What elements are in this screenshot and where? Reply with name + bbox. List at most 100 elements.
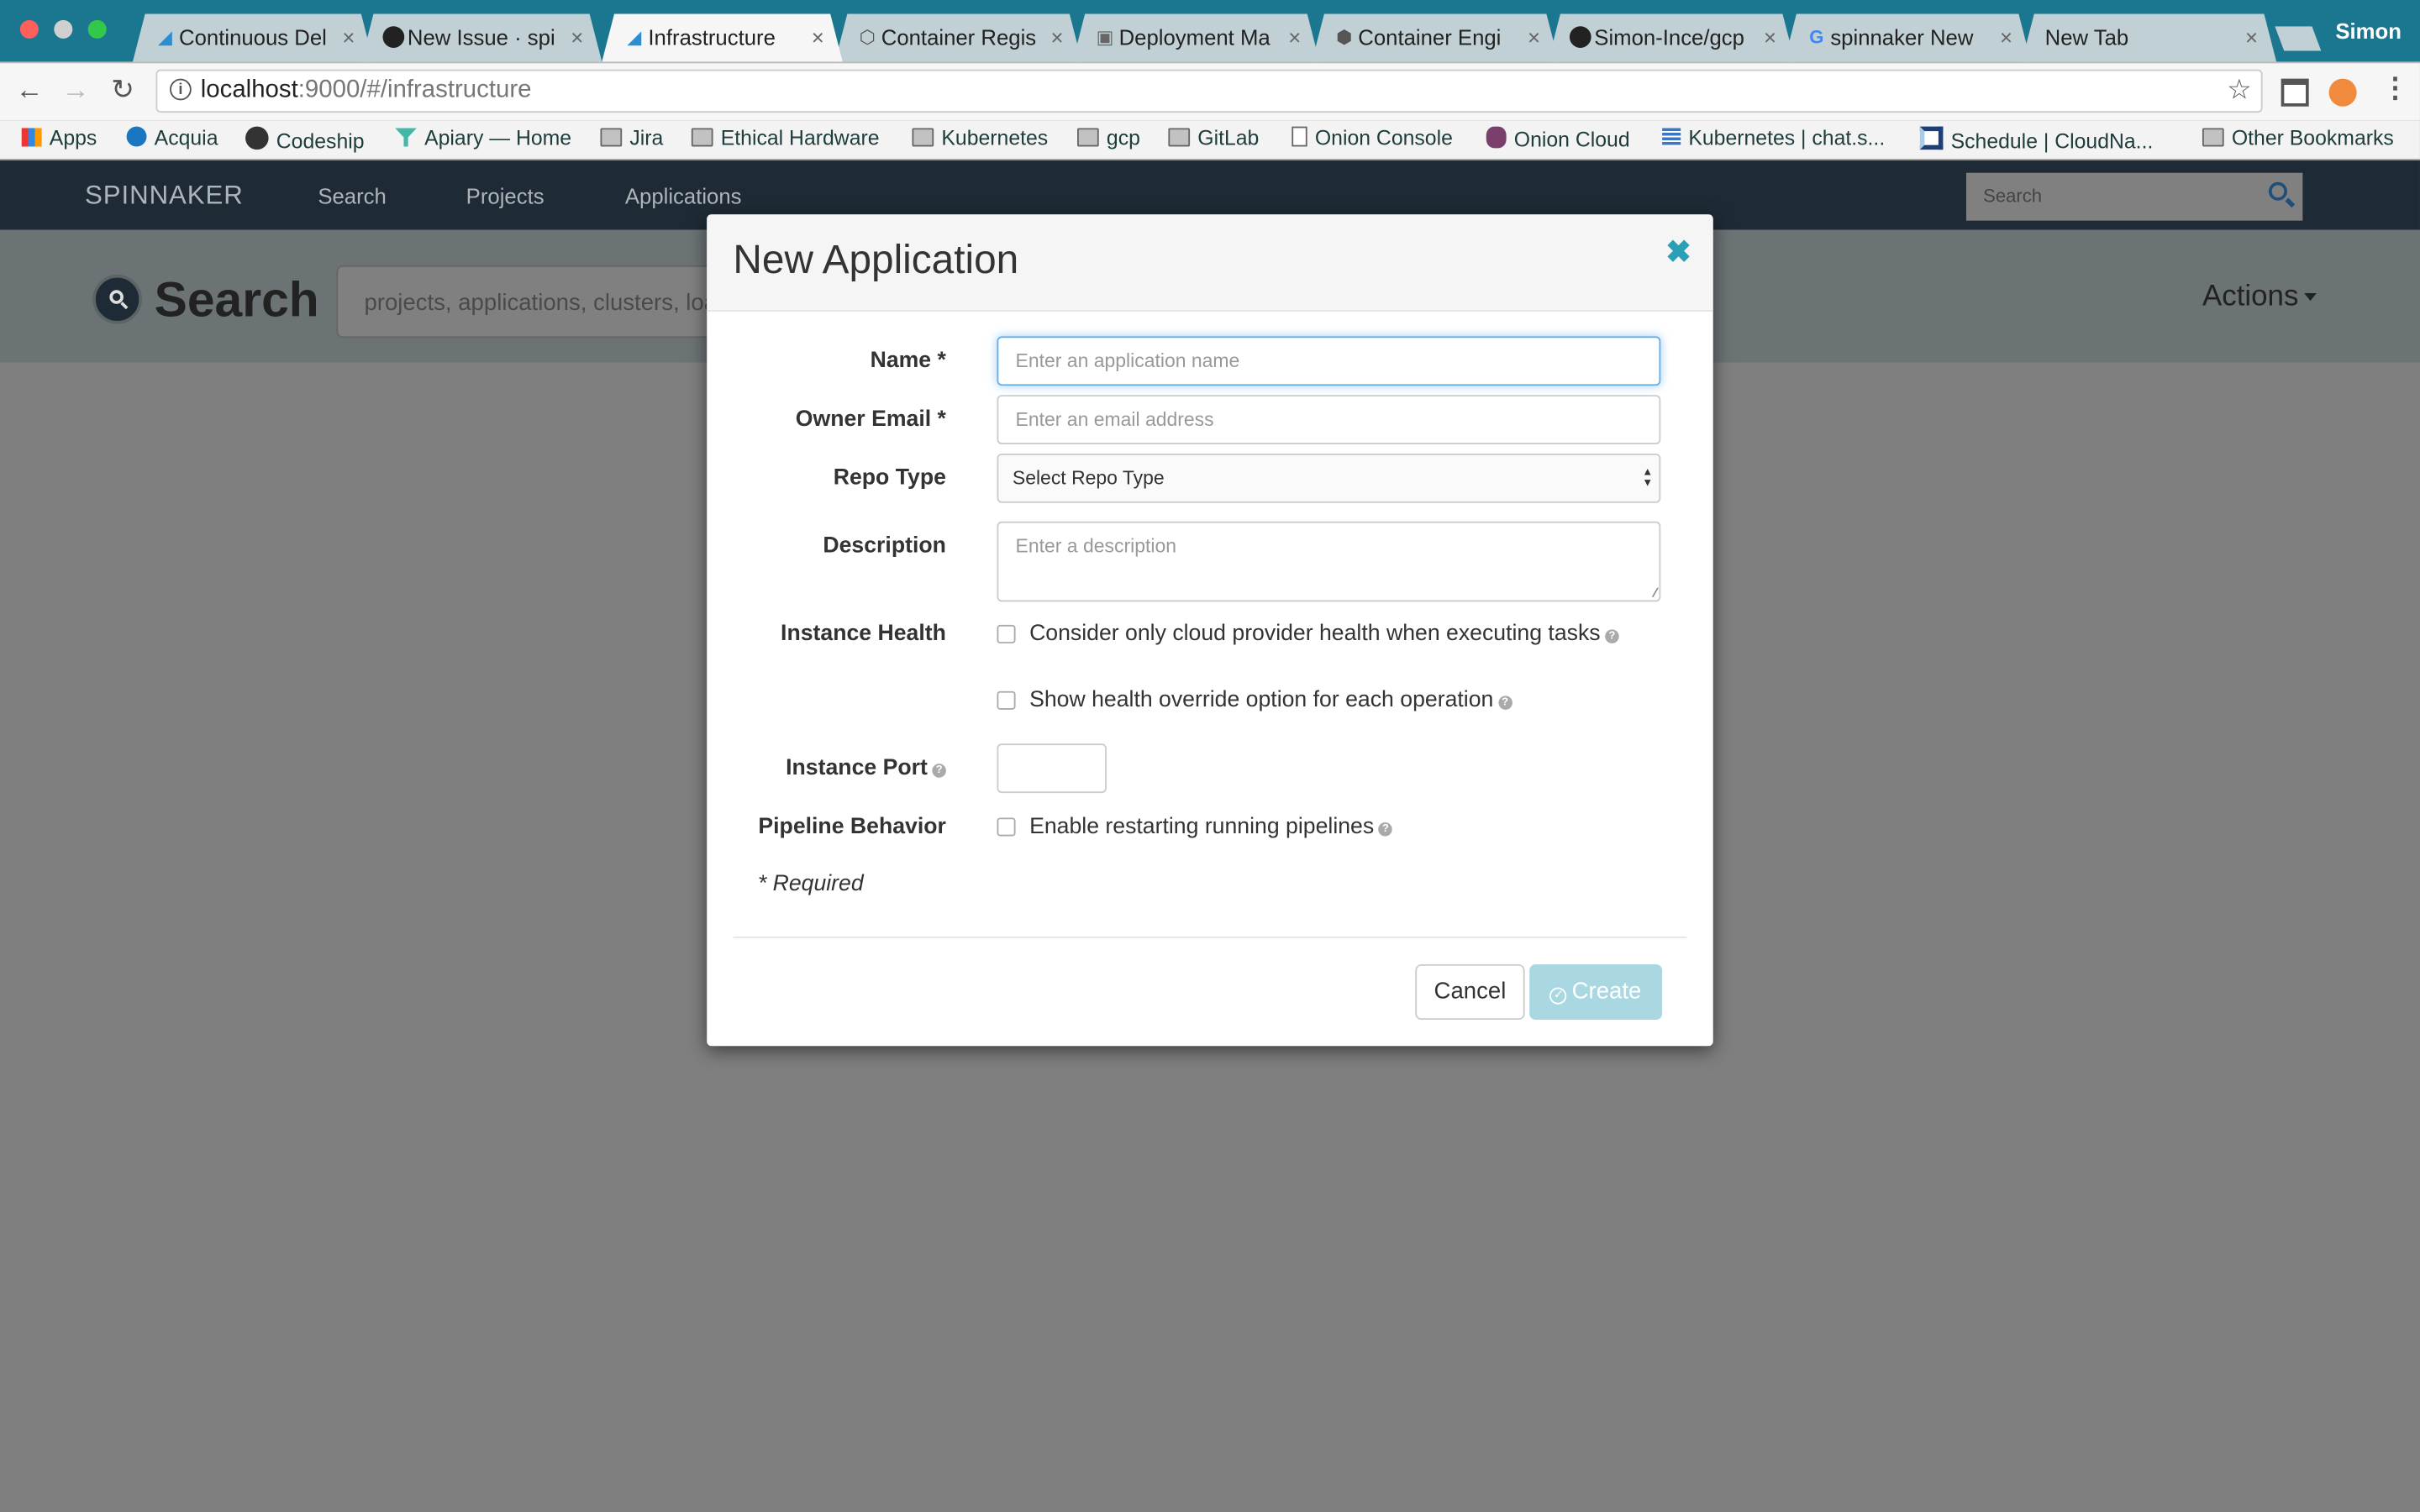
new-tab-button[interactable]: [2275, 26, 2322, 51]
extension-icon[interactable]: [2328, 78, 2357, 107]
cloud-provider-health-checkbox[interactable]: [997, 624, 1016, 643]
check-circle-icon: ✓: [1549, 987, 1568, 1005]
folder-icon: [1168, 128, 1191, 147]
tab-title: New Tab: [2044, 24, 2129, 50]
repo-type-select[interactable]: Select Repo Type ▲ ▼: [997, 453, 1661, 503]
modal-title: New Application: [733, 236, 1019, 283]
new-application-modal: New Application ✖ Name * Enter an applic…: [707, 214, 1713, 1047]
close-tab-icon[interactable]: ×: [1528, 14, 1540, 62]
modal-header: New Application ✖: [707, 214, 1713, 312]
github-icon: [383, 26, 405, 48]
bookmark-star-icon[interactable]: ☆: [2227, 74, 2252, 107]
caret-down-icon: [2304, 292, 2317, 302]
browser-tab-active[interactable]: ◢ Infrastructure ×: [602, 14, 843, 62]
create-button[interactable]: ✓ Create: [1529, 963, 1663, 1021]
restart-pipelines-option: Enable restarting running pipelines?: [1029, 815, 1393, 839]
bookmark-label: Other Bookmarks: [2231, 126, 2394, 150]
bookmark-label: Kubernetes | chat.s...: [1688, 126, 1886, 150]
browser-tab[interactable]: ▣ Deployment Ma ×: [1073, 14, 1320, 62]
bookmark-item[interactable]: Apiary — Home: [395, 127, 571, 150]
bookmark-item[interactable]: Kubernetes: [912, 127, 1048, 150]
instance-port-label: Instance Port?: [707, 756, 946, 780]
help-icon[interactable]: ?: [932, 764, 946, 778]
search-circle-icon: [92, 274, 142, 324]
browser-tab[interactable]: Simon-Ince/gcp ×: [1548, 14, 1795, 62]
bookmark-item[interactable]: Kubernetes | chat.s...: [1662, 127, 1885, 150]
bookmark-item[interactable]: Apps: [21, 127, 97, 150]
minimize-window-button[interactable]: [54, 19, 73, 39]
actions-label: Actions: [2202, 281, 2299, 313]
instance-health-label: Instance Health: [781, 622, 946, 647]
nav-projects[interactable]: Projects: [466, 184, 544, 208]
close-window-button[interactable]: [19, 19, 39, 39]
folder-icon: [691, 128, 713, 147]
info-icon[interactable]: i: [170, 78, 192, 101]
bookmark-label: Ethical Hardware: [720, 126, 880, 150]
description-textarea[interactable]: Enter a description: [997, 521, 1661, 602]
bookmark-item[interactable]: GitLab: [1168, 127, 1259, 150]
browser-tab[interactable]: G spinnaker New ×: [1784, 14, 2031, 62]
bookmark-item[interactable]: Acquia: [126, 126, 218, 150]
google-icon: G: [1809, 26, 1824, 48]
close-tab-icon[interactable]: ×: [342, 14, 355, 62]
instance-port-input[interactable]: [997, 743, 1107, 794]
bookmark-item[interactable]: Ethical Hardware: [691, 126, 880, 150]
spinnaker-icon: ◢: [627, 26, 642, 48]
bookmark-item[interactable]: Codeship: [245, 126, 365, 153]
browser-tab[interactable]: ◢ Continuous Del ×: [133, 14, 374, 62]
cancel-button[interactable]: Cancel: [1415, 963, 1525, 1021]
search-icon[interactable]: [2268, 181, 2287, 201]
folder-icon: [2202, 128, 2224, 147]
bookmark-item[interactable]: gcp: [1077, 127, 1140, 150]
browser-tab[interactable]: New Tab ×: [2022, 14, 2276, 62]
close-tab-icon[interactable]: ×: [1050, 14, 1063, 62]
url-text: localhost:9000/#/infrastructure: [201, 77, 532, 105]
profile-name[interactable]: Simon: [2335, 18, 2402, 43]
name-label: Name *: [870, 349, 946, 374]
close-tab-icon[interactable]: ×: [1764, 14, 1776, 62]
resize-handle-icon[interactable]: [1642, 587, 1659, 597]
close-icon[interactable]: ✖: [1665, 233, 1691, 271]
apps-grid-icon: [21, 128, 42, 147]
close-tab-icon[interactable]: ×: [812, 14, 824, 62]
tab-title: Continuous Del: [179, 24, 327, 50]
help-icon[interactable]: ?: [1497, 696, 1512, 710]
nav-search[interactable]: Search: [318, 184, 386, 208]
browser-tab[interactable]: ⬡ Container Regis ×: [835, 14, 1082, 62]
back-icon[interactable]: ←: [15, 74, 43, 107]
bookmark-item[interactable]: Jira: [600, 127, 663, 150]
maximize-window-button[interactable]: [87, 19, 107, 39]
address-bar[interactable]: i localhost:9000/#/infrastructure ☆: [155, 69, 2263, 113]
help-icon[interactable]: ?: [1378, 822, 1393, 837]
menu-icon[interactable]: ⋮: [2381, 72, 2409, 105]
owner-email-input[interactable]: Enter an email address: [997, 395, 1661, 444]
bookmark-item[interactable]: Onion Cloud: [1486, 126, 1630, 151]
nav-search-input[interactable]: Search: [1965, 172, 2303, 221]
name-input[interactable]: Enter an application name: [997, 336, 1661, 386]
url-path: :9000/#/infrastructure: [297, 76, 532, 104]
forward-icon[interactable]: →: [61, 74, 89, 107]
tab-title: Container Engi: [1358, 24, 1502, 50]
restart-pipelines-checkbox[interactable]: [997, 817, 1016, 837]
browser-tab[interactable]: New Issue · spi ×: [361, 14, 602, 62]
nav-applications[interactable]: Applications: [625, 184, 742, 208]
close-tab-icon[interactable]: ×: [2000, 14, 2012, 62]
close-tab-icon[interactable]: ×: [1288, 14, 1301, 62]
close-tab-icon[interactable]: ×: [2245, 14, 2258, 62]
close-tab-icon[interactable]: ×: [571, 14, 583, 62]
bookmark-label: Schedule | CloudNa...: [1950, 129, 2154, 153]
reload-icon[interactable]: ↻: [111, 74, 134, 107]
cloud-provider-health-option: Consider only cloud provider health when…: [1029, 622, 1619, 647]
bookmark-item[interactable]: Other Bookmarks: [2202, 127, 2394, 150]
help-icon[interactable]: ?: [1605, 629, 1619, 643]
actions-dropdown[interactable]: Actions: [2202, 281, 2317, 314]
app-brand[interactable]: SPINNAKER: [85, 181, 244, 212]
repo-type-label: Repo Type: [833, 465, 946, 491]
browser-tab[interactable]: ⬢ Container Engi ×: [1312, 14, 1559, 62]
bookmark-item[interactable]: Schedule | CloudNa...: [1919, 126, 2154, 153]
codeship-icon: [245, 126, 269, 150]
screenshot-extension-icon[interactable]: [2281, 78, 2309, 107]
health-override-option: Show health override option for each ope…: [1029, 688, 1512, 713]
bookmark-item[interactable]: Onion Console: [1292, 126, 1453, 150]
health-override-checkbox[interactable]: [997, 690, 1016, 710]
